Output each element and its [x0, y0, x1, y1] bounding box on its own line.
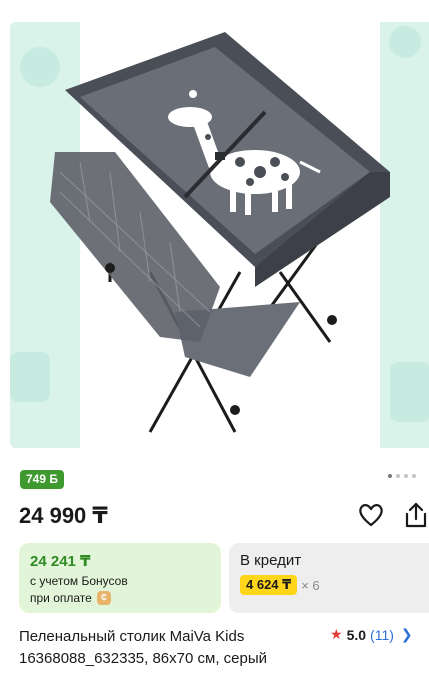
gallery-pagination[interactable] [388, 474, 416, 478]
gallery-dot[interactable] [396, 474, 400, 478]
product-price: 24 990 ₸ [19, 503, 108, 528]
gallery-dot[interactable] [404, 474, 408, 478]
star-icon: ★ [330, 626, 343, 642]
bonus-payment-caption: при оплате ₵ [30, 591, 210, 605]
bonus-price-value: 24 241 ₸ [30, 553, 91, 570]
credit-title: В кредит [240, 552, 302, 569]
bonus-payment-text: при оплате [30, 591, 92, 605]
share-icon [405, 502, 427, 528]
gallery-dot[interactable] [388, 474, 392, 478]
review-count[interactable]: (11) [370, 627, 394, 643]
product-rating[interactable]: ★ 5.0 (11) ❯ [330, 626, 413, 643]
bonus-coin-icon: ₵ [96, 591, 111, 605]
credit-installment: 4 624 ₸ × 6 [240, 575, 428, 595]
bonus-price-card[interactable]: 24 241 ₸ с учетом Бонусов при оплате ₵ [19, 543, 221, 613]
changing-table-image [10, 26, 429, 433]
heart-icon [359, 504, 383, 527]
credit-monthly-amount: 4 624 ₸ [240, 575, 298, 595]
rating-score: 5.0 [346, 626, 367, 643]
favorite-button[interactable] [357, 502, 385, 528]
gallery-dot[interactable] [412, 474, 416, 478]
bonus-points-badge: 749 Б [20, 470, 64, 489]
credit-months: × 6 [301, 577, 320, 593]
product-image-frame[interactable] [10, 22, 429, 448]
share-button[interactable] [402, 500, 429, 530]
chevron-right-icon[interactable]: ❯ [401, 626, 413, 643]
bonus-price-caption: с учетом Бонусов [30, 574, 128, 588]
bonus-points-text: 749 Б [26, 472, 58, 486]
credit-offer-card[interactable]: В кредит 4 624 ₸ × 6 [229, 543, 429, 613]
product-title: Пеленальный столик MaiVa Kids 16368088_6… [19, 628, 267, 667]
product-gallery[interactable] [0, 0, 429, 452]
